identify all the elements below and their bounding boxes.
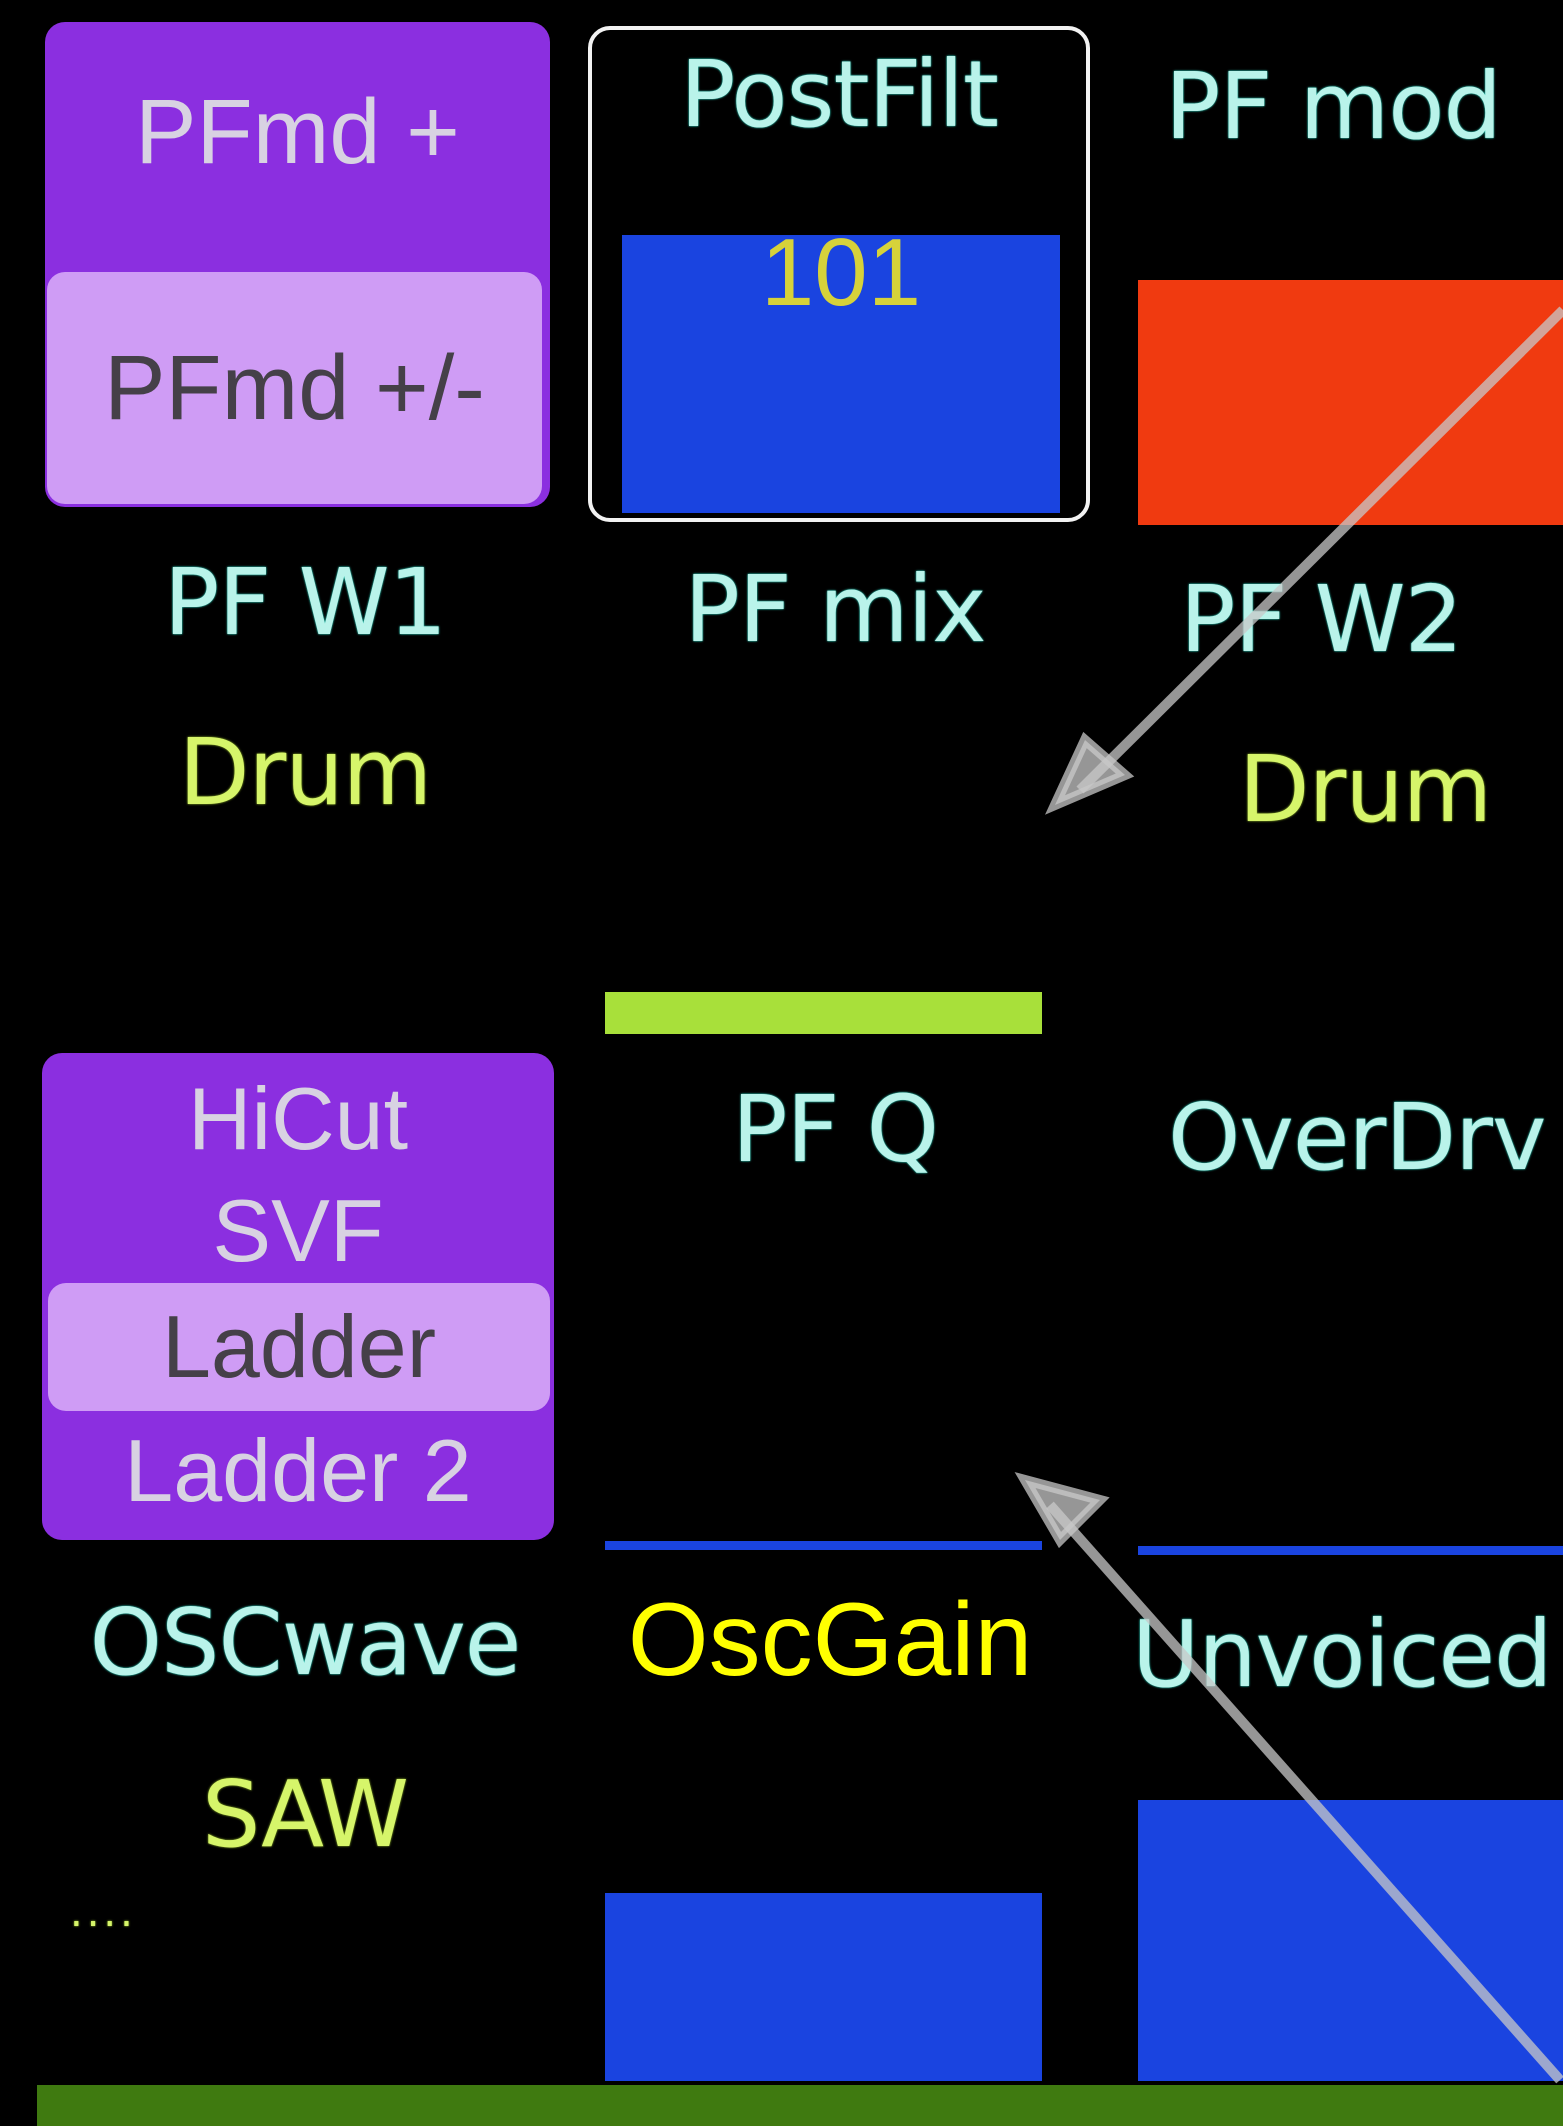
arrow-to-pf-q xyxy=(1014,1472,1563,2084)
annotation-arrows xyxy=(1014,306,1563,2084)
arrow-to-pf-mix xyxy=(1045,306,1563,815)
